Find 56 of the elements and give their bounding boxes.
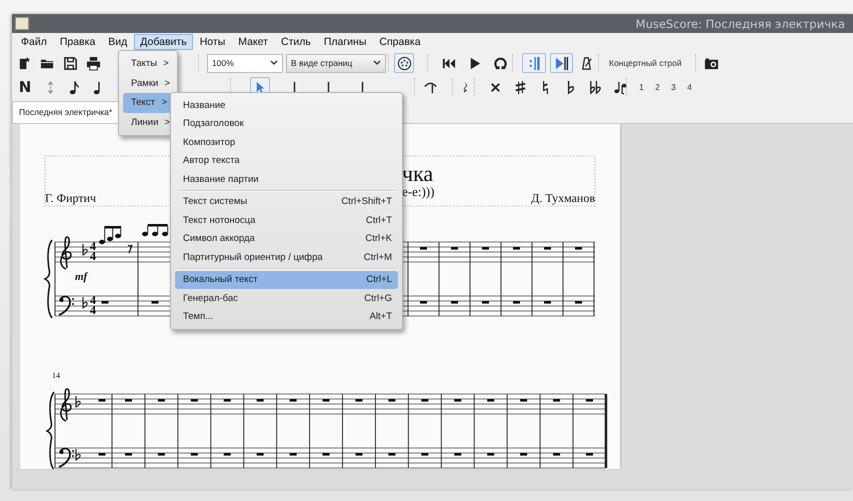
menu-item[interactable]: Плагины	[318, 34, 372, 50]
double-flat-icon[interactable]	[588, 80, 603, 94]
menu-item[interactable]: Вид	[102, 34, 134, 50]
midi-connector-icon	[396, 56, 412, 70]
score-title: чка	[402, 161, 434, 186]
menu-item[interactable]: Текст системы Ctrl+Shift+T	[175, 192, 398, 211]
menu-item[interactable]: Название партии	[175, 170, 398, 188]
composer-name: Д. Тухманов	[531, 191, 595, 205]
menu-item[interactable]: Символ аккорда Ctrl+K	[175, 230, 398, 248]
voice-button[interactable]: 4	[683, 82, 696, 92]
menu-item[interactable]: Текст >	[123, 93, 173, 112]
menu-item[interactable]: Добавить	[134, 34, 193, 50]
menu-item[interactable]: Правка	[54, 34, 102, 50]
play-to-bar-icon	[554, 56, 569, 70]
toggle-button[interactable]: Концертный строй	[604, 55, 687, 71]
toolbar-button[interactable]	[550, 53, 574, 73]
menu-item[interactable]: Генерал-бас Ctrl+G	[175, 289, 398, 308]
voice-button[interactable]: 3	[667, 82, 680, 92]
dropdown[interactable]: В виде страниц	[286, 54, 386, 72]
lyricist-name: Г. Фиртич	[45, 191, 96, 205]
voice-button[interactable]: 2	[651, 82, 664, 92]
metronome-icon	[579, 56, 594, 70]
menu-item[interactable]: Название	[175, 96, 398, 114]
toolbar-button[interactable]	[394, 53, 414, 73]
score-subtitle: e-e:)))	[402, 184, 434, 199]
menu-item[interactable]: Стиль	[274, 34, 317, 50]
menu-item[interactable]: Партитурный ориентир / цифра Ctrl+M	[175, 248, 398, 266]
camera-icon[interactable]	[704, 56, 718, 70]
menu-item[interactable]: Справка	[373, 34, 427, 50]
menu-item[interactable]: Вокальный текст Ctrl+L	[175, 270, 398, 289]
menu-item[interactable]: Автор текста	[175, 152, 398, 170]
app-icon	[15, 17, 29, 30]
menu-item[interactable]: Ноты	[194, 34, 232, 50]
dropdown[interactable]: 100%	[206, 54, 284, 72]
menu-item[interactable]: Макет	[232, 34, 274, 50]
sharp-icon[interactable]	[513, 80, 528, 94]
loop-icon[interactable]	[492, 56, 508, 70]
menu-item[interactable]: Такты >	[123, 54, 173, 74]
measure-number: 14	[52, 371, 60, 380]
menu-item[interactable]: Подзаголовок	[175, 114, 398, 133]
menu-item[interactable]: Текст нотоносца Ctrl+T	[175, 211, 398, 230]
menu-item[interactable]: Файл	[15, 34, 53, 50]
menu-item[interactable]: Линии >	[123, 112, 173, 132]
printer-icon[interactable]	[86, 56, 100, 70]
hook-icon[interactable]	[422, 80, 438, 94]
note-input-button[interactable]: N	[14, 77, 36, 97]
voice-button[interactable]: 1	[635, 82, 648, 92]
chevron-down-icon	[270, 60, 278, 66]
document-tab[interactable]: Последняя электричка*	[12, 101, 120, 123]
menu-item[interactable]: Рамки >	[123, 74, 173, 93]
menu-item[interactable]: Композитор	[175, 133, 398, 152]
chevron-down-icon	[373, 60, 381, 66]
menu-item[interactable]: Темп... Alt+T	[175, 308, 398, 326]
dynamic-marking: mf	[75, 271, 88, 283]
flip-direction-icon[interactable]	[613, 80, 628, 94]
window-title: MuseScore: Последняя электричка	[636, 16, 845, 30]
